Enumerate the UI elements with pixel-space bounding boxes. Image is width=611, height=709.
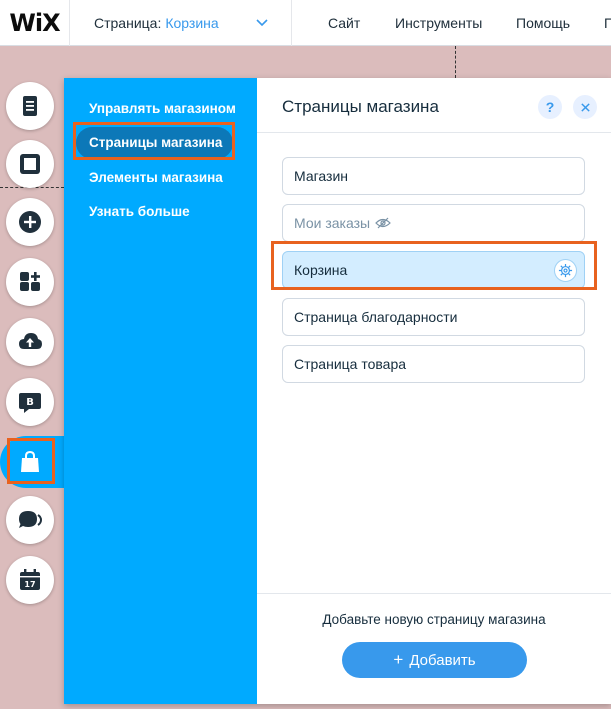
page-item-thank-you[interactable]: Страница благодарности [282, 298, 585, 336]
bookings-icon: 17 [20, 569, 40, 590]
page-item-label: Страница благодарности [294, 309, 458, 325]
chat-icon [19, 511, 43, 528]
pages-button[interactable] [6, 82, 54, 130]
blog-button[interactable]: B [6, 378, 54, 426]
upload-icon [19, 333, 42, 349]
menu-help[interactable]: Помощь [516, 15, 570, 31]
add-page-hint: Добавьте новую страницу магазина [322, 612, 546, 627]
page-selector-value: Корзина [165, 14, 219, 31]
panel-main: Страницы магазина ? Магазин Мои заказы К… [257, 78, 611, 704]
pages-icon [23, 96, 37, 116]
page-item-label: Магазин [294, 168, 349, 184]
menu-tools[interactable]: Инструменты [395, 15, 482, 31]
cart-highlight [271, 241, 597, 290]
add-page-label: Добавить [409, 651, 476, 669]
page-item-shop[interactable]: Магазин [282, 157, 585, 195]
calendar-day: 17 [24, 580, 35, 589]
plus-icon: + [393, 650, 404, 669]
page-item-my-orders[interactable]: Мои заказы [282, 204, 585, 242]
help-button[interactable]: ? [538, 95, 562, 119]
app-market-button[interactable] [6, 258, 54, 306]
chat-button[interactable] [6, 496, 54, 544]
blog-letter: B [26, 397, 34, 408]
nav-learn-more[interactable]: Узнать больше [89, 204, 190, 219]
page-selector-label: Страница: [94, 14, 162, 31]
store-pages-panel: Управлять магазином Страницы магазина Эл… [64, 78, 611, 704]
close-icon [580, 102, 590, 112]
app-market-icon [20, 272, 40, 291]
guide-line-vertical [455, 46, 456, 78]
background-button[interactable] [6, 140, 54, 188]
add-page-button[interactable]: + Добавить [342, 642, 527, 678]
top-bar: WiX Страница: Корзина Сайт Инструменты П… [0, 0, 611, 46]
panel-nav: Управлять магазином Страницы магазина Эл… [64, 78, 257, 704]
panel-title: Страницы магазина [282, 97, 439, 116]
store-button-highlight [7, 438, 55, 484]
wix-logo[interactable]: WiX [0, 0, 70, 46]
background-icon [20, 154, 40, 174]
close-button[interactable] [573, 95, 597, 119]
hidden-eye-icon [375, 217, 391, 229]
add-button[interactable] [6, 198, 54, 246]
bookings-button[interactable]: 17 [6, 556, 54, 604]
page-selector[interactable]: Страница: Корзина [70, 0, 292, 46]
nav-store-elements[interactable]: Элементы магазина [89, 170, 223, 185]
upload-button[interactable] [6, 318, 54, 366]
chevron-down-icon [256, 18, 268, 26]
nav-manage-store[interactable]: Управлять магазином [89, 101, 236, 116]
page-item-product[interactable]: Страница товара [282, 345, 585, 383]
menu-more[interactable]: П [604, 15, 611, 31]
page-item-label: Мои заказы [294, 215, 371, 231]
add-icon [19, 211, 41, 233]
menu-site[interactable]: Сайт [328, 15, 360, 31]
page-item-label: Страница товара [294, 356, 407, 372]
nav-highlight [73, 122, 235, 160]
panel-header: Страницы магазина ? [257, 78, 611, 133]
blog-icon: B [19, 393, 41, 413]
help-icon: ? [545, 99, 555, 115]
panel-footer: Добавьте новую страницу магазина + Добав… [257, 593, 611, 704]
